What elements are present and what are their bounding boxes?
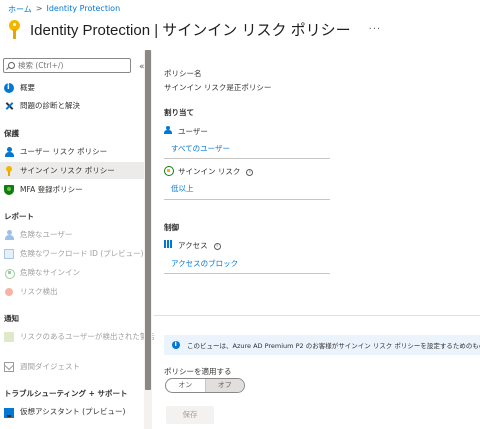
controls-heading: 制御 <box>164 223 179 232</box>
section-notify: 通知 <box>4 314 19 323</box>
signin-icon <box>4 268 15 279</box>
section-report: レポート <box>4 212 34 221</box>
assignments-heading: 割り当て <box>164 108 194 117</box>
sidebar-item-label: 週間ダイジェスト <box>20 362 80 371</box>
sidebar-item-label: 危険なサインイン <box>20 268 80 277</box>
toggle-off[interactable]: オフ <box>205 379 244 392</box>
info-message-text: このビューは、Azure AD Premium P2 のお客様がサインイン リス… <box>187 342 480 350</box>
sidebar-item-label: リスク検出 <box>20 287 58 296</box>
sidebar-item-label: 危険なユーザー <box>20 230 73 239</box>
sidebar-item-label: ユーザー リスク ポリシー <box>20 147 108 156</box>
sidebar-item-overview[interactable]: 概要 <box>0 79 144 96</box>
breadcrumb-home[interactable]: ホーム <box>8 4 32 15</box>
access-text: アクセス <box>178 241 208 250</box>
sidebar-item-label: 仮想アシスタント (プレビュー) <box>20 407 126 416</box>
enforce-policy-label: ポリシーを適用する <box>164 367 232 376</box>
monitor-icon <box>4 407 14 418</box>
access-icon <box>164 240 173 249</box>
scrollbar-thumb[interactable] <box>145 50 151 390</box>
users-label: ユーザー <box>178 127 208 136</box>
signin-risk-icon <box>164 166 174 176</box>
save-button[interactable]: 保存 <box>166 406 214 424</box>
sidebar-item-label: サインイン リスク ポリシー <box>20 166 115 175</box>
workload-icon <box>4 248 14 259</box>
toggle-on[interactable]: オン <box>166 379 206 392</box>
more-options-icon[interactable]: ··· <box>369 24 382 35</box>
search-input[interactable] <box>18 61 128 70</box>
signin-risk-label: サインイン リスク i <box>178 166 254 177</box>
breadcrumb-separator: > <box>35 4 43 13</box>
info-icon[interactable]: i <box>213 242 221 250</box>
signin-risk-link[interactable]: 低以上 <box>171 183 194 194</box>
key-icon <box>4 165 14 176</box>
divider <box>164 199 330 200</box>
sidebar-item-risky-signins[interactable]: 危険なサインイン <box>0 264 144 281</box>
sidebar-item-label: リスクのあるユーザーが検出された警告 <box>20 332 155 341</box>
section-troubleshoot: トラブルシューティング + サポート <box>4 389 128 398</box>
user-alert-icon <box>4 331 14 342</box>
divider <box>164 158 330 159</box>
sidebar-scrollbar[interactable] <box>144 50 152 429</box>
sidebar-item-label: 危険なワークロード ID (プレビュー) <box>20 249 144 258</box>
breadcrumb-current[interactable]: Identity Protection <box>46 4 120 15</box>
sidebar-item-risk-detections[interactable]: リスク検出 <box>0 283 144 300</box>
sidebar-item-weekly-digest[interactable]: 週間ダイジェスト <box>0 358 144 375</box>
page-title: Identity Protection | サインイン リスク ポリシー <box>30 21 351 39</box>
risk-icon <box>4 287 14 297</box>
shield-icon <box>4 184 14 195</box>
signin-risk-text: サインイン リスク <box>178 167 241 176</box>
section-protect: 保護 <box>4 129 19 138</box>
search-input-box[interactable] <box>3 58 131 73</box>
sidebar-item-virtual-assistant[interactable]: 仮想アシスタント (プレビュー) <box>0 403 144 420</box>
mail-icon <box>4 361 14 372</box>
access-link[interactable]: アクセスのブロック <box>171 258 238 269</box>
sidebar-item-label: 概要 <box>20 83 35 92</box>
key-icon <box>8 18 22 40</box>
sidebar-item-label: MFA 登録ポリシー <box>20 185 83 194</box>
sidebar-item-risky-workload[interactable]: 危険なワークロード ID (プレビュー) <box>0 245 144 262</box>
divider <box>164 273 330 274</box>
sidebar-item-users-at-risk-alerts[interactable]: リスクのあるユーザーが検出された警告 <box>0 328 155 345</box>
users-icon <box>164 126 173 135</box>
sidebar-item-diagnose[interactable]: 問題の診断と解決 <box>0 97 144 114</box>
breadcrumb: ホーム > Identity Protection <box>8 4 120 15</box>
search-icon <box>8 62 15 69</box>
info-icon[interactable]: i <box>246 168 254 176</box>
policy-name-label: ポリシー名 <box>164 69 202 78</box>
info-icon <box>172 340 180 349</box>
policy-name-value: サインイン リスク是正ポリシー <box>164 83 272 92</box>
info-message-bar: このビューは、Azure AD Premium P2 のお客様がサインイン リス… <box>164 335 480 355</box>
user-icon <box>4 146 14 157</box>
wrench-icon <box>4 101 14 111</box>
access-label: アクセス i <box>178 240 221 251</box>
users-link[interactable]: すべてのユーザー <box>171 143 230 154</box>
sidebar-item-user-risk-policy[interactable]: ユーザー リスク ポリシー <box>0 143 144 160</box>
sidebar-item-mfa-policy[interactable]: MFA 登録ポリシー <box>0 181 144 198</box>
enforce-policy-toggle[interactable]: オン オフ <box>165 378 245 393</box>
sidebar-item-signin-risk-policy[interactable]: サインイン リスク ポリシー <box>0 162 144 179</box>
info-icon <box>4 82 14 93</box>
page-header: Identity Protection | サインイン リスク ポリシー ··· <box>6 16 381 42</box>
sidebar-item-label: 問題の診断と解決 <box>20 101 80 110</box>
user-icon <box>4 229 14 240</box>
sidebar-item-risky-users[interactable]: 危険なユーザー <box>0 226 144 243</box>
